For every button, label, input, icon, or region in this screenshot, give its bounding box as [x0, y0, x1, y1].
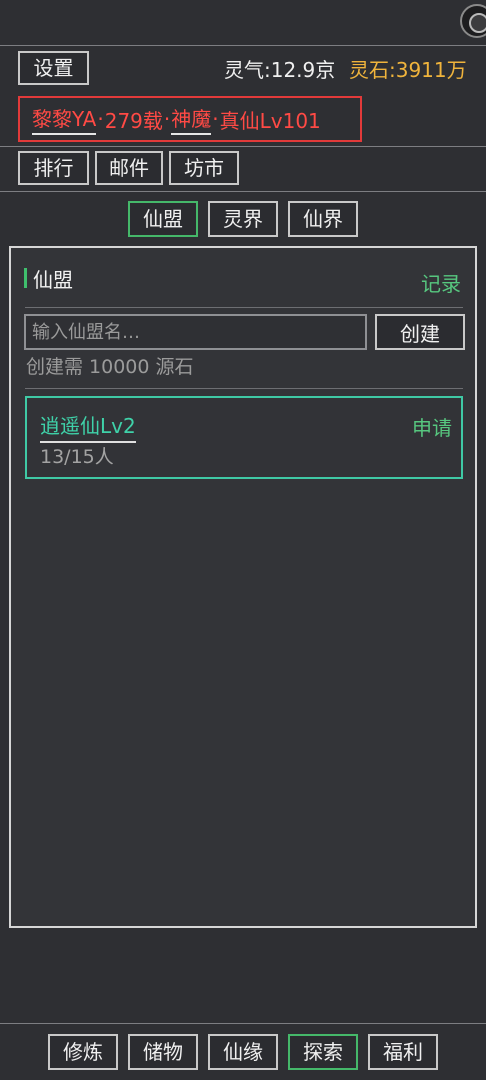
bottom-tab-cultivate[interactable]: 修炼 — [48, 1034, 118, 1070]
tab-immortal-realm[interactable]: 仙界 — [288, 201, 358, 237]
spirit-stone-stat: 灵石:3911万 — [349, 58, 467, 82]
identity-separator: · — [97, 107, 104, 131]
bottom-nav-divider — [0, 1023, 486, 1024]
player-name: 黎黎YA — [32, 103, 97, 135]
bottom-tab-welfare[interactable]: 福利 — [368, 1034, 438, 1070]
player-realm: 神魔 — [171, 103, 212, 135]
player-rank: 真仙Lv101 — [219, 108, 321, 133]
panel-divider — [25, 388, 463, 389]
identity-divider — [0, 146, 486, 147]
create-alliance-button[interactable]: 创建 — [375, 314, 465, 350]
identity-separator: · — [212, 107, 219, 131]
qi-stat: 灵气:12.9京 — [224, 58, 336, 82]
panel-divider — [25, 307, 463, 308]
bottom-tab-fate[interactable]: 仙缘 — [208, 1034, 278, 1070]
settings-button[interactable]: 设置 — [18, 51, 89, 85]
market-button[interactable]: 坊市 — [169, 151, 239, 185]
panel-title: 仙盟 — [24, 266, 73, 292]
tab-alliance[interactable]: 仙盟 — [128, 201, 198, 237]
alliance-name[interactable]: 逍遥仙Lv2 — [40, 410, 136, 443]
bottom-tab-storage[interactable]: 储物 — [128, 1034, 198, 1070]
floating-menu-icon[interactable] — [460, 4, 486, 38]
alliance-list-item[interactable]: 逍遥仙Lv2 13/15人 申请 — [25, 396, 463, 479]
panel-title-text: 仙盟 — [33, 267, 73, 292]
alliance-panel: 仙盟 记录 创建 创建需 10000 源石 逍遥仙Lv2 13/15人 申请 — [9, 246, 477, 928]
title-accent-bar — [24, 268, 27, 288]
tab-spirit-realm[interactable]: 灵界 — [208, 201, 278, 237]
mail-button[interactable]: 邮件 — [95, 151, 163, 185]
bottom-tab-explore[interactable]: 探索 — [288, 1034, 358, 1070]
apply-button[interactable]: 申请 — [412, 412, 452, 441]
player-age: 279载 — [104, 108, 163, 133]
identity-separator: · — [163, 107, 171, 131]
app-screen: 设置 灵气:12.9京 灵石:3911万 黎黎YA · 279载 · 神魔 · … — [0, 0, 486, 1080]
top-bar — [0, 0, 486, 46]
alliance-member-count: 13/15人 — [40, 446, 114, 468]
nav-divider — [0, 191, 486, 192]
header-divider — [0, 45, 486, 46]
alliance-name-input[interactable] — [24, 314, 367, 350]
record-link[interactable]: 记录 — [421, 268, 461, 297]
create-cost-text: 创建需 10000 源石 — [26, 356, 194, 378]
rank-button[interactable]: 排行 — [18, 151, 89, 185]
player-identity[interactable]: 黎黎YA · 279载 · 神魔 · 真仙Lv101 — [18, 96, 362, 142]
